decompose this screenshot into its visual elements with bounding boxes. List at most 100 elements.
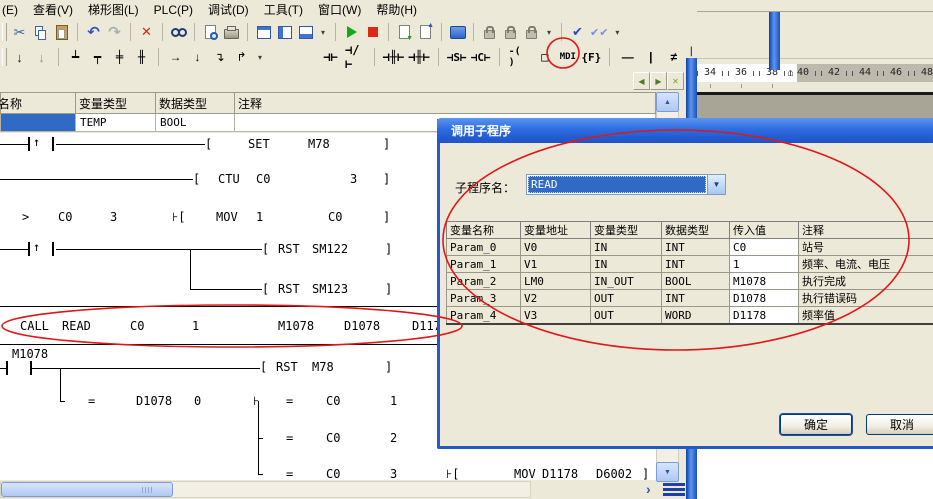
delete-line-icon[interactable]: ≠ bbox=[665, 47, 682, 67]
line-right-icon[interactable]: → bbox=[167, 47, 184, 67]
ok-button[interactable]: 确定 bbox=[780, 414, 852, 435]
scroll-up-button[interactable]: ▲ bbox=[656, 92, 679, 112]
view-dropdown-icon[interactable]: ▾ bbox=[318, 28, 328, 37]
hline-icon[interactable]: — bbox=[619, 47, 636, 67]
compile-all-icon[interactable]: ✔✔ bbox=[590, 22, 608, 42]
compile-icon[interactable]: ✔ bbox=[569, 22, 586, 42]
mdi-icon[interactable]: MDI bbox=[559, 47, 576, 67]
param-table-cell[interactable]: 1 bbox=[730, 256, 799, 273]
lock-icon[interactable] bbox=[481, 22, 498, 42]
menu-help[interactable]: 帮助(H) bbox=[376, 1, 417, 18]
find-icon[interactable] bbox=[170, 22, 187, 42]
tab-close-button[interactable]: ✕ bbox=[667, 72, 684, 90]
param-table-cell[interactable]: D1078 bbox=[730, 290, 799, 307]
ruler-indent-marker[interactable]: ⌂ bbox=[787, 67, 794, 79]
param-table-cell: 站号 bbox=[799, 239, 933, 256]
toolbar-handle[interactable] bbox=[2, 23, 7, 41]
stop-icon[interactable] bbox=[364, 22, 381, 42]
scroll-down-button[interactable]: ▼ bbox=[656, 462, 679, 482]
var-table-cell[interactable]: BOOL bbox=[156, 114, 235, 132]
menu-tools[interactable]: 工具(T) bbox=[264, 1, 303, 18]
vline-icon[interactable]: | bbox=[642, 47, 659, 67]
vertical-scrollbar-top[interactable]: ▲ bbox=[656, 92, 679, 119]
paste-icon[interactable] bbox=[53, 22, 70, 42]
ruler-tick bbox=[821, 71, 822, 76]
menu-edit-partial[interactable]: (E) bbox=[2, 3, 18, 17]
box-instruction-icon[interactable]: □ bbox=[536, 47, 553, 67]
line-curve-up-icon[interactable]: ↱ bbox=[233, 47, 250, 67]
ladder-wire bbox=[60, 368, 61, 401]
document-ruler[interactable]: 3436384042444648⌂ bbox=[697, 64, 933, 82]
var-table-cell[interactable] bbox=[1, 114, 76, 132]
view-split-icon[interactable] bbox=[276, 22, 293, 42]
coil-count-icon[interactable]: ⊣C⊢ bbox=[472, 47, 490, 67]
lock-dropdown-icon[interactable]: ▾ bbox=[544, 28, 554, 37]
view-output-icon[interactable] bbox=[297, 22, 314, 42]
toolbar-separator bbox=[58, 48, 59, 66]
ladder-wire bbox=[52, 137, 54, 151]
run-icon[interactable] bbox=[343, 22, 360, 42]
coil-out-icon[interactable]: -( ) bbox=[509, 47, 531, 67]
insert-down-icon[interactable]: ↓ bbox=[11, 47, 28, 67]
menu-window[interactable]: 窗口(W) bbox=[318, 1, 361, 18]
contact-no-icon[interactable]: ⊣⊢ bbox=[322, 47, 339, 67]
monitor-icon[interactable] bbox=[449, 22, 466, 42]
print-preview-icon[interactable] bbox=[202, 22, 219, 42]
download-icon[interactable] bbox=[396, 22, 413, 42]
param-table-cell[interactable]: M1078 bbox=[730, 273, 799, 290]
param-table-row[interactable]: Param_2LM0IN_OUTBOOLM1078执行完成 bbox=[447, 273, 933, 290]
delete-column-icon[interactable]: ╫ bbox=[133, 47, 150, 67]
contact-rising-icon[interactable]: ⊣╫⊢ bbox=[384, 47, 404, 67]
lock-icon-glyph bbox=[484, 30, 495, 39]
more-networks-icon[interactable]: › bbox=[646, 481, 651, 497]
param-table-row[interactable]: Param_0V0ININTC0站号 bbox=[447, 239, 933, 256]
cut-icon[interactable]: ✂ bbox=[11, 22, 28, 42]
tab-prev-button[interactable]: ◀ bbox=[633, 72, 650, 90]
combobox-arrow-icon[interactable]: ▼ bbox=[707, 175, 725, 194]
ladder-token: RST bbox=[278, 283, 300, 296]
param-table-cell[interactable]: C0 bbox=[730, 239, 799, 256]
contact-nc-icon[interactable]: ⊣/⊢ bbox=[345, 47, 365, 67]
horizontal-scrollbar[interactable] bbox=[0, 481, 531, 498]
insert-column-icon[interactable]: ╪ bbox=[111, 47, 128, 67]
tab-next-button[interactable]: ▶ bbox=[650, 72, 667, 90]
param-table-row[interactable]: Param_4V3OUTWORDD1178频率值 bbox=[447, 307, 933, 325]
view-component-icon[interactable] bbox=[255, 22, 272, 42]
unlock-icon[interactable] bbox=[502, 22, 519, 42]
line-down-icon[interactable]: ↓ bbox=[189, 47, 206, 67]
menu-ladder[interactable]: 梯形图(L) bbox=[88, 1, 139, 18]
param-table-cell[interactable]: D1178 bbox=[730, 307, 799, 325]
coil-set-icon[interactable]: ⊣S⊢ bbox=[448, 47, 466, 67]
copy-icon[interactable] bbox=[32, 22, 49, 42]
param-table-row[interactable]: Param_1V1ININT1频率、电流、电压 bbox=[447, 256, 933, 273]
line-dropdown-icon[interactable]: ▾ bbox=[255, 53, 265, 62]
cancel-button[interactable]: 取消 bbox=[866, 414, 933, 435]
contact-falling-icon[interactable]: ⊣╫⊢ bbox=[409, 47, 429, 67]
lock-password-icon[interactable] bbox=[523, 22, 540, 42]
param-table-row[interactable]: Param_3V2OUTINTD1078执行错误码 bbox=[447, 290, 933, 307]
insert-row-above-icon[interactable]: ┯ bbox=[89, 47, 106, 67]
dialog-titlebar[interactable]: 调用子程序 ✕ bbox=[437, 118, 933, 143]
subroutine-name-combobox[interactable]: READ ▼ bbox=[526, 174, 726, 195]
vertical-scrollbar-bottom[interactable]: ▼ bbox=[656, 446, 679, 480]
menu-view[interactable]: 查看(V) bbox=[33, 1, 73, 18]
var-table-header: 数据类型 bbox=[156, 93, 235, 114]
menu-plc[interactable]: PLC(P) bbox=[154, 3, 193, 17]
var-table-cell[interactable]: TEMP bbox=[76, 114, 156, 132]
insert-down-alt-icon[interactable]: ↓ bbox=[33, 47, 50, 67]
function-box-icon[interactable]: {F} bbox=[582, 47, 600, 67]
redo-icon[interactable]: ↷ bbox=[106, 22, 123, 42]
insert-row-icon[interactable]: ┷ bbox=[67, 47, 84, 67]
line-curve-down-icon[interactable]: ↴ bbox=[211, 47, 228, 67]
compile-dropdown-icon[interactable]: ▾ bbox=[612, 28, 622, 37]
hscroll-thumb[interactable] bbox=[1, 482, 173, 497]
delete-icon[interactable]: ✕ bbox=[138, 22, 155, 42]
toolbar-handle-2[interactable] bbox=[2, 48, 7, 66]
undo-icon[interactable]: ↶ bbox=[85, 22, 102, 42]
network-list-icon[interactable] bbox=[663, 483, 685, 497]
toolbar-separator bbox=[335, 23, 336, 41]
ladder-token: C0 bbox=[326, 432, 340, 445]
upload-icon[interactable] bbox=[417, 22, 434, 42]
print-icon[interactable] bbox=[223, 22, 240, 42]
menu-debug[interactable]: 调试(D) bbox=[208, 1, 249, 18]
